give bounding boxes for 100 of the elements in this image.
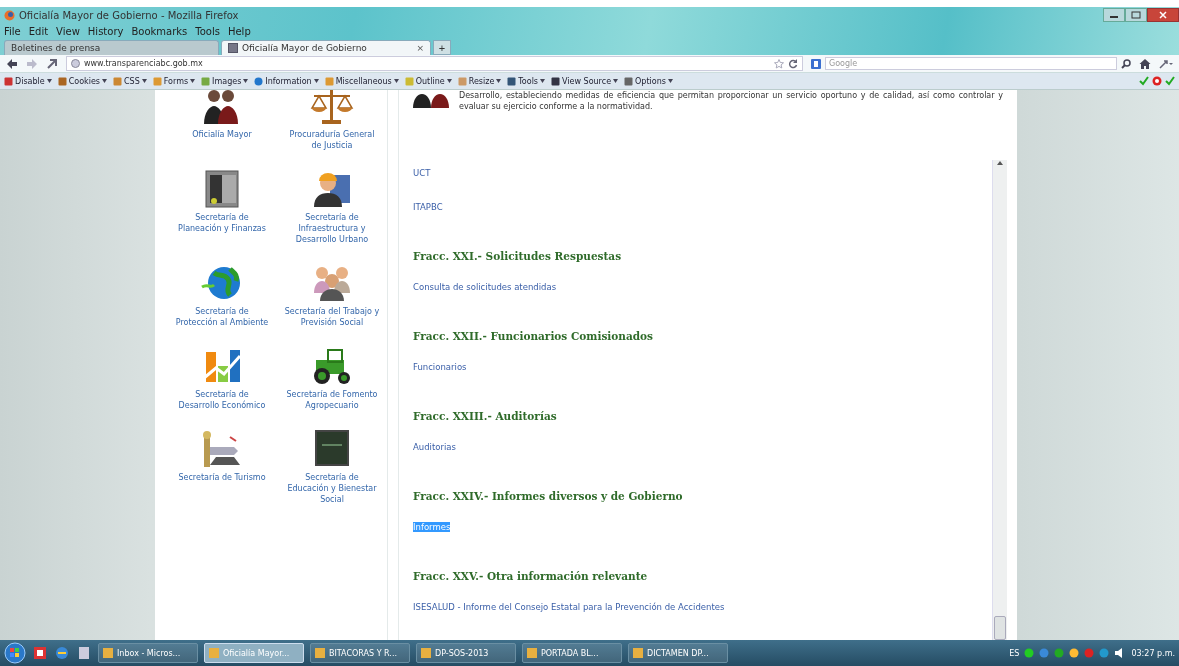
checkmark-icon <box>1139 76 1149 86</box>
toolbar-menu-button[interactable]: Miscellaneous <box>324 76 399 86</box>
toolbar-menu-button[interactable]: Information <box>254 76 319 86</box>
taskbar-app-icon[interactable] <box>32 645 48 661</box>
search-engine-icon <box>811 58 821 69</box>
caret-icon <box>667 79 673 83</box>
toolbar-item-icon <box>201 76 211 86</box>
tab-close-button[interactable]: × <box>416 43 424 53</box>
toolbar-menu-button[interactable]: Disable <box>4 76 52 86</box>
sidebar-item[interactable]: Procuraduría General de Justicia <box>277 90 387 151</box>
language-indicator[interactable]: ES <box>1009 648 1020 658</box>
back-icon[interactable] <box>6 57 18 70</box>
toolbar-item-icon <box>113 76 122 86</box>
home-icon[interactable] <box>1139 57 1151 70</box>
toolbar-menu-button[interactable]: Tools <box>507 76 546 86</box>
taskbar-button[interactable]: BITACORAS Y R... <box>310 643 410 663</box>
reload-icon[interactable] <box>788 58 798 69</box>
toolbar-item-icon <box>254 76 264 86</box>
content-link[interactable]: ITAPBC <box>413 202 443 212</box>
caret-icon <box>46 79 52 83</box>
section-heading: Fracc. XXIV.- Informes diversos y de Gobierno <box>413 490 684 502</box>
globe-icon <box>71 59 80 68</box>
menu-item[interactable]: History <box>87 25 124 37</box>
scroll-thumb[interactable] <box>994 616 1006 640</box>
toolbar-menu-button[interactable]: Images <box>201 76 249 86</box>
caret-icon <box>313 79 319 83</box>
menu-item[interactable]: Bookmarks <box>131 25 188 37</box>
scrollbar[interactable] <box>992 160 1007 640</box>
star-icon[interactable] <box>774 58 784 69</box>
tray-icon[interactable] <box>1054 648 1065 658</box>
page-icon <box>228 43 238 53</box>
toolbar-menu-button[interactable]: Options <box>624 76 673 86</box>
toolbar-menu-button[interactable]: View Source <box>551 76 619 86</box>
browser-tab[interactable]: Boletines de prensa <box>4 40 219 55</box>
sidebar-item[interactable]: Secretaría de Fomento Agropecuario <box>277 346 387 411</box>
section-heading: Fracc. XXIII.- Auditorías <box>413 410 558 422</box>
toolbar-menu-button[interactable]: Outline <box>404 76 452 86</box>
caret-icon <box>393 79 399 83</box>
window-title: Oficialía Mayor de Gobierno - Mozilla Firefox <box>19 9 239 21</box>
tray-icon[interactable] <box>1069 648 1080 658</box>
content-link[interactable]: Consulta de solicitudes atendidas <box>413 282 557 292</box>
content-link[interactable]: ISESALUD - Informe del Consejo Estatal para la Prevención de Accidentes <box>413 602 725 612</box>
search-field[interactable]: Google <box>825 57 1117 70</box>
sidebar-item[interactable]: Oficialía Mayor <box>167 90 277 151</box>
taskbar-button[interactable]: DP-SOS-2013 <box>416 643 516 663</box>
section-heading: Fracc. XXI.- Solicitudes Respuestas <box>413 250 623 262</box>
toolbar-menu-button[interactable]: Resize <box>457 76 502 86</box>
caret-icon <box>102 79 107 83</box>
error-icon <box>1152 76 1162 86</box>
menu-item[interactable]: File <box>4 25 21 37</box>
menu-item[interactable]: Tools <box>195 25 220 37</box>
taskbar-app-icon[interactable] <box>54 645 70 661</box>
caret-icon <box>446 79 452 83</box>
caret-icon <box>190 79 196 83</box>
sidebar-item[interactable]: Secretaría del Trabajo y Previsión Social <box>277 263 387 328</box>
toolbar-item-icon <box>4 76 13 86</box>
menu-item[interactable]: Help <box>227 25 251 37</box>
sidebar-item[interactable]: Secretaría de Protección al Ambiente <box>167 263 277 328</box>
caret-icon <box>141 79 147 83</box>
content-link[interactable]: Funcionarios <box>413 362 467 372</box>
clock: 03:27 p.m. <box>1131 648 1175 658</box>
window-icon <box>527 648 537 658</box>
toolbar-item-icon <box>324 76 334 86</box>
tray-icon[interactable] <box>1024 648 1035 658</box>
browser-tab[interactable]: Oficialía Mayor de Gobierno × <box>221 40 431 55</box>
toolbar-item-icon <box>551 76 561 86</box>
toolbar-menu-button[interactable]: CSS <box>113 76 147 86</box>
content-link[interactable]: UCT <box>413 168 431 178</box>
content-link[interactable]: Auditorias <box>413 442 456 452</box>
menu-item[interactable]: Edit <box>28 25 49 37</box>
taskbar-button[interactable]: PORTADA BL... <box>522 643 622 663</box>
sidebar-item[interactable]: Secretaría de Planeación y Finanzas <box>167 169 277 245</box>
toolbar-item-icon <box>404 76 414 86</box>
taskbar-button[interactable]: Inbox - Micros... <box>98 643 198 663</box>
sidebar-item[interactable]: Secretaría de Turismo <box>167 429 277 505</box>
toolbar-item-icon <box>507 76 517 86</box>
toolbar-item-icon <box>152 76 162 86</box>
scroll-up-icon[interactable] <box>996 160 1004 166</box>
window-icon <box>315 648 325 658</box>
caret-icon <box>613 79 619 83</box>
checkmark-icon <box>1165 76 1175 86</box>
sidebar-item[interactable]: Secretaría de Desarrollo Económico <box>167 346 277 411</box>
section-heading: Fracc. XXII.- Funcionarios Comisionados <box>413 330 654 342</box>
minimize-icon[interactable] <box>1103 8 1125 22</box>
close-icon[interactable] <box>1147 8 1179 22</box>
menu-item[interactable]: View <box>56 25 80 37</box>
toolbar-menu-button[interactable]: Forms <box>152 76 196 86</box>
sidebar-item[interactable]: Secretaría de Educación y Bienestar Social <box>277 429 387 505</box>
search-icon[interactable] <box>1121 58 1131 69</box>
toolbar-menu-button[interactable]: Cookies <box>57 76 107 86</box>
caret-icon <box>496 79 502 83</box>
address-bar[interactable]: www.transparenciabc.gob.mx <box>66 56 803 71</box>
toolbar-item-icon <box>57 76 67 86</box>
taskbar-button[interactable]: DICTAMEN DP... <box>628 643 728 663</box>
start-button-icon[interactable] <box>4 642 26 664</box>
window-icon <box>633 648 643 658</box>
new-tab-button[interactable]: + <box>433 40 451 55</box>
taskbar-app-icon[interactable] <box>76 645 92 661</box>
firefox-icon <box>4 9 15 21</box>
sidebar-item[interactable]: Secretaría de Infraestructura y Desarrollo Urbano <box>277 169 387 245</box>
